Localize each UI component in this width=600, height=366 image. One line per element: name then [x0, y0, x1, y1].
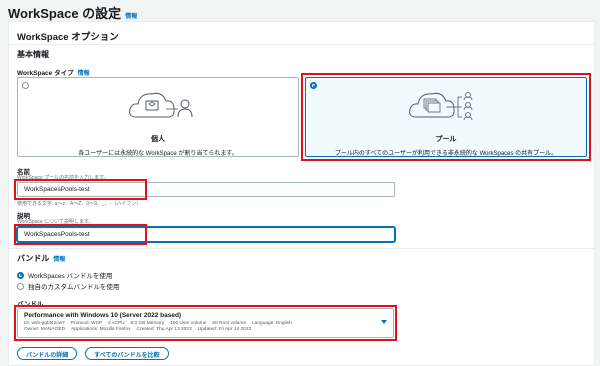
tile-personal-radio[interactable]: [22, 82, 29, 89]
type-info-link[interactable]: 情報: [78, 68, 90, 77]
compare-all-bundles-button[interactable]: すべてのバンドルを比較: [85, 347, 169, 360]
page-info-link[interactable]: 情報: [125, 11, 137, 20]
radio-button[interactable]: [17, 282, 24, 290]
personal-workspace-icon: [129, 92, 193, 118]
divider: [9, 44, 594, 45]
basic-info-title: 基本情報: [17, 50, 49, 59]
options-title: WorkSpace オプション: [17, 32, 119, 43]
tile-personal-label: 個人: [151, 136, 165, 143]
workspace-type-label: WorkSpace タイプ 情報: [17, 67, 90, 77]
name-hint: 使用できる文字: a〜z、A〜Z、0〜9、_、-（ハイフン）: [17, 201, 142, 207]
radio-label: WorkSpaces バンドルを使用: [28, 273, 113, 280]
radio-label: 独自のカスタムバンドルを使用: [28, 284, 120, 291]
highlight-bundle-select: [14, 305, 397, 341]
radio-button[interactable]: [17, 271, 24, 279]
radio-use-workspaces-bundle[interactable]: WorkSpaces バンドルを使用: [17, 270, 112, 280]
highlight-name-field: [14, 179, 147, 200]
type-label-text: WorkSpace タイプ: [17, 70, 74, 77]
tile-personal-desc: 各ユーザーには永続的な WorkSpace が割り当てられます。: [78, 151, 238, 157]
page-title-text: WorkSpace の設定: [8, 6, 122, 21]
bundle-info-link[interactable]: 情報: [53, 254, 65, 263]
bundle-section-title: バンドル 情報: [17, 253, 65, 264]
tile-personal[interactable]: 個人 各ユーザーには永続的な WorkSpace が割り当てられます。: [17, 77, 299, 157]
workspace-options-panel: WorkSpace オプション 基本情報 WorkSpace タイプ 情報 個人…: [8, 21, 595, 366]
bundle-details-button[interactable]: バンドルの詳細: [17, 347, 78, 360]
highlight-pool-tile: [301, 73, 591, 161]
highlight-description-field: [14, 224, 147, 245]
bundle-title-text: バンドル: [17, 254, 50, 263]
divider: [9, 248, 594, 249]
page-title: WorkSpace の設定 情報: [8, 3, 137, 22]
radio-use-custom-bundle[interactable]: 独自のカスタムバンドルを使用: [17, 281, 119, 291]
